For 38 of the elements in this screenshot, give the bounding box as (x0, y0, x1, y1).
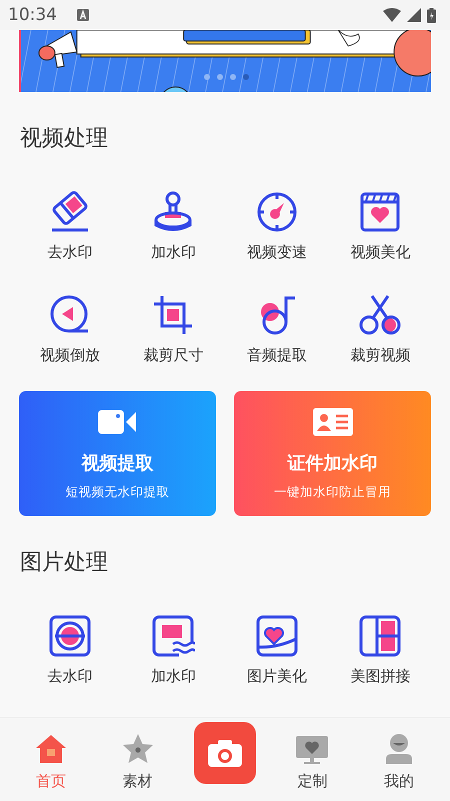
tool-button[interactable]: 去水印 (18, 184, 122, 268)
card-title: 证件加水印 (288, 452, 378, 476)
camera-icon (208, 738, 242, 766)
tool-button[interactable]: 去水印 (18, 608, 122, 692)
signal-icon (407, 8, 421, 22)
id-card-icon (312, 408, 352, 436)
video-camera-icon (98, 408, 138, 436)
tab-item[interactable]: 我的 (368, 728, 429, 790)
scissors-icon (358, 293, 402, 337)
tool-button[interactable]: 美图拼接 (328, 608, 432, 692)
card-subtitle: 一键加水印防止冒用 (274, 484, 391, 500)
camera-button[interactable] (194, 722, 256, 784)
section-title: 图片处理 (20, 549, 109, 577)
gauge-icon (254, 190, 299, 234)
tool-button[interactable]: 裁剪尺寸 (122, 287, 225, 371)
status-time: 10:34 (8, 5, 57, 25)
picture-wave-icon (151, 614, 196, 658)
tool-button[interactable]: 加水印 (122, 608, 225, 692)
tool-button[interactable]: 视频变速 (225, 184, 328, 268)
tool-button[interactable]: 音频提取 (225, 287, 328, 371)
section-title: 视频处理 (20, 125, 109, 153)
card-subtitle: 短视频无水印提取 (66, 484, 170, 500)
tool-button[interactable]: 视频美化 (328, 184, 432, 268)
card-title: 视频提取 (82, 452, 154, 476)
tab-item[interactable]: 素材 (108, 728, 168, 790)
star-icon (122, 732, 154, 764)
heart-picture-icon (254, 614, 299, 658)
tool-button[interactable]: 视频倒放 (18, 287, 122, 371)
tab-item[interactable]: 定制 (282, 728, 342, 790)
tool-button[interactable]: 加水印 (122, 184, 225, 268)
feature-card[interactable]: 视频提取 短视频无水印提取 (19, 391, 216, 516)
tool-button[interactable]: 图片美化 (225, 608, 328, 692)
collage-icon (358, 614, 402, 658)
wifi-icon (383, 8, 401, 22)
house-icon (35, 732, 68, 764)
tool-button[interactable]: 裁剪视频 (328, 287, 432, 371)
notification-icon (77, 9, 89, 21)
battery-icon (427, 8, 436, 22)
